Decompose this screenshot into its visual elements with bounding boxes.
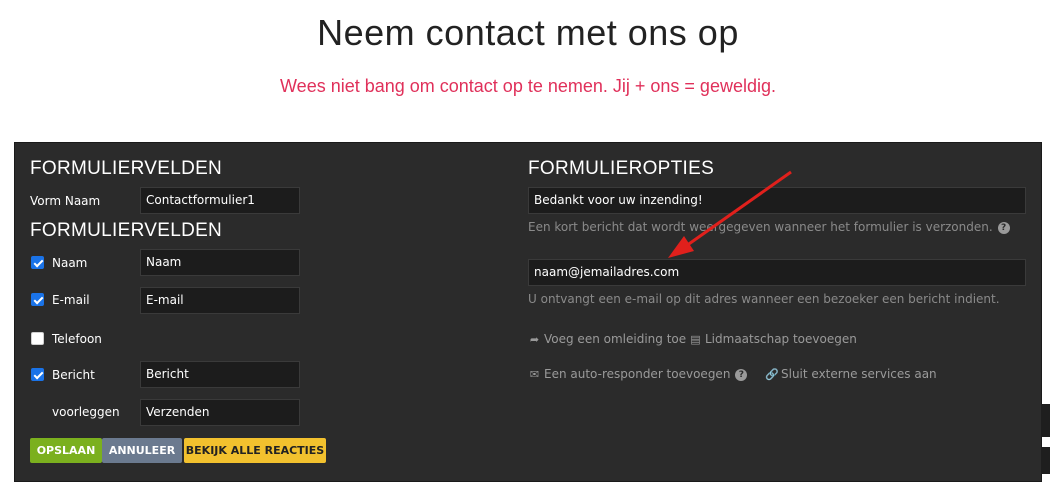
add-redirect-label: Voeg een omleiding toe: [544, 332, 687, 346]
add-redirect-link[interactable]: ➦ Voeg een omleiding toe: [528, 332, 686, 346]
field-message-label: Bericht: [52, 368, 95, 382]
save-button[interactable]: OPSLAAN: [30, 438, 102, 463]
edge-block-top: [1041, 404, 1050, 437]
edge-block-bottom: [1041, 447, 1050, 474]
question-circle-icon[interactable]: ?: [997, 221, 1010, 234]
notification-email-input[interactable]: naam@jemailadres.com: [528, 259, 1026, 286]
field-message-checkbox[interactable]: [31, 368, 44, 381]
form-options-heading: FORMULIEROPTIES: [528, 158, 715, 179]
connect-external-services-link[interactable]: 🔗 Sluit externe services aan: [765, 367, 937, 381]
add-autoresponder-link[interactable]: ✉ Een auto-responder toevoegen?: [528, 367, 748, 381]
add-membership-label: Lidmaatschap toevoegen: [705, 332, 857, 346]
field-phone-label: Telefoon: [52, 332, 102, 346]
thanks-message-help-text: Een kort bericht dat wordt weergegeven w…: [528, 220, 993, 234]
field-email-checkbox[interactable]: [31, 293, 44, 306]
field-name-label: Naam: [52, 256, 88, 270]
envelope-icon: ✉: [529, 368, 540, 381]
field-email-label: E-mail: [52, 293, 90, 307]
form-builder-panel: FORMULIERVELDEN Vorm Naam Contactformuli…: [14, 142, 1042, 482]
connect-external-label: Sluit externe services aan: [781, 367, 937, 381]
add-membership-link[interactable]: ▤ Lidmaatschap toevoegen: [689, 332, 857, 346]
field-phone-checkbox[interactable]: [31, 332, 44, 345]
cancel-button[interactable]: ANNULEER: [102, 438, 182, 463]
link-icon: 🔗: [765, 368, 779, 381]
notification-email-help: U ontvangt een e-mail op dit adres wanne…: [528, 292, 1000, 306]
id-card-icon: ▤: [690, 333, 701, 346]
form-fields-heading: FORMULIERVELDEN: [30, 158, 223, 179]
field-name-input[interactable]: Naam: [140, 249, 300, 276]
form-name-label: Vorm Naam: [30, 194, 101, 208]
thanks-message-help: Een kort bericht dat wordt weergegeven w…: [528, 220, 1010, 234]
field-message-input[interactable]: Bericht: [140, 361, 300, 388]
share-arrow-icon: ➦: [529, 333, 540, 346]
submit-text-input[interactable]: Verzenden: [140, 399, 300, 426]
page-title: Neem contact met ons op: [317, 12, 739, 53]
add-autoresponder-label: Een auto-responder toevoegen: [544, 367, 731, 381]
question-circle-icon[interactable]: ?: [735, 368, 748, 381]
page-subtitle: Wees niet bang om contact op te nemen. J…: [280, 76, 776, 96]
submit-label: voorleggen: [52, 405, 120, 419]
field-name-checkbox[interactable]: [31, 256, 44, 269]
form-fields-subheading: FORMULIERVELDEN: [30, 220, 223, 241]
field-email-input[interactable]: E-mail: [140, 287, 300, 314]
form-name-input[interactable]: Contactformulier1: [140, 187, 300, 214]
view-reactions-button[interactable]: BEKIJK ALLE REACTIES: [184, 438, 326, 463]
thanks-message-input[interactable]: Bedankt voor uw inzending!: [528, 187, 1026, 214]
